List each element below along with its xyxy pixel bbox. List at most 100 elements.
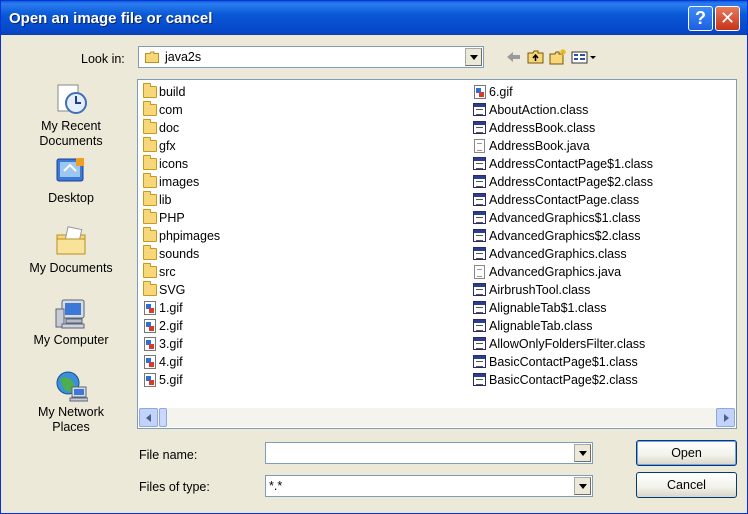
file-list-item[interactable]: images (141, 173, 220, 191)
file-list-item[interactable]: BasicContactPage$1.class (471, 353, 653, 371)
files-of-type-label: Files of type: (139, 480, 210, 494)
file-name: icons (159, 157, 189, 171)
file-name: 1.gif (159, 301, 183, 315)
files-of-type-value: *.* (269, 479, 283, 493)
folder-icon (143, 227, 157, 242)
class-file-icon (473, 247, 486, 260)
file-list-item[interactable]: lib (141, 191, 220, 209)
file-name: sounds (159, 247, 200, 261)
java-file-icon (474, 265, 485, 279)
scroll-left-icon[interactable] (139, 408, 158, 427)
file-list-item[interactable]: AddressBook.class (471, 119, 653, 137)
file-list-item[interactable]: gfx (141, 137, 220, 155)
scroll-right-icon[interactable] (716, 408, 735, 427)
file-list-item[interactable]: BasicContactPage$2.class (471, 371, 653, 389)
file-name: AdvancedGraphics.class (489, 247, 627, 261)
close-button[interactable]: ✕ (715, 6, 740, 31)
place-label-line1: My Documents (29, 261, 113, 275)
file-list-item[interactable]: AllowOnlyFoldersFilter.class (471, 335, 653, 353)
horizontal-scrollbar[interactable] (139, 408, 735, 427)
file-list-item[interactable]: PHP (141, 209, 220, 227)
open-button[interactable]: Open (636, 440, 737, 466)
file-list-item[interactable]: build (141, 83, 220, 101)
file-list-item[interactable]: phpimages (141, 227, 220, 245)
folder-icon (143, 191, 157, 206)
dialog-title: Open an image file or cancel (9, 10, 213, 27)
desktop-icon (54, 155, 88, 189)
file-name: 5.gif (159, 373, 183, 387)
file-name: AdvancedGraphics$2.class (489, 229, 641, 243)
place-my-recent-documents[interactable]: My Recent Documents (18, 83, 124, 149)
chevron-down-icon[interactable] (574, 444, 591, 462)
class-file-icon (473, 211, 486, 224)
file-list-item[interactable]: AddressContactPage$2.class (471, 173, 653, 191)
file-list-item[interactable]: AddressBook.java (471, 137, 653, 155)
file-list-item[interactable]: AdvancedGraphics$2.class (471, 227, 653, 245)
file-name: BasicContactPage$2.class (489, 373, 638, 387)
scroll-thumb[interactable] (159, 408, 167, 427)
file-name: lib (159, 193, 172, 207)
file-list-item[interactable]: icons (141, 155, 220, 173)
view-menu-icon[interactable] (571, 49, 599, 65)
my-documents-icon (54, 225, 88, 259)
file-list-item[interactable]: AdvancedGraphics$1.class (471, 209, 653, 227)
file-list-item[interactable]: 4.gif (141, 353, 220, 371)
file-name: AdvancedGraphics$1.class (489, 211, 641, 225)
file-list-item[interactable]: 6.gif (471, 83, 653, 101)
file-name: PHP (159, 211, 185, 225)
place-my-network-places[interactable]: My Network Places (18, 369, 124, 435)
place-desktop[interactable]: Desktop (18, 155, 124, 206)
file-name: 3.gif (159, 337, 183, 351)
file-list-item[interactable]: sounds (141, 245, 220, 263)
file-list-column-1: build com doc gfx icons images lib PHP phpimages… (141, 83, 220, 389)
file-list-item[interactable]: AdvancedGraphics.class (471, 245, 653, 263)
file-list-item[interactable]: AlignableTab$1.class (471, 299, 653, 317)
place-label-line1: My Computer (33, 333, 109, 347)
file-list-item[interactable]: AdvancedGraphics.java (471, 263, 653, 281)
file-list-item[interactable]: AirbrushTool.class (471, 281, 653, 299)
file-list-item[interactable]: com (141, 101, 220, 119)
files-of-type-combo[interactable]: *.* (265, 475, 593, 497)
file-name: AboutAction.class (489, 103, 589, 117)
file-name: 2.gif (159, 319, 183, 333)
place-label-line1: Desktop (48, 191, 94, 205)
file-list-item[interactable]: src (141, 263, 220, 281)
look-in-label: Look in: (81, 52, 125, 66)
file-list[interactable]: build com doc gfx icons images lib PHP phpimages… (137, 79, 737, 429)
file-list-item[interactable]: 1.gif (141, 299, 220, 317)
file-name-combo[interactable] (265, 442, 593, 464)
file-list-item[interactable]: AddressContactPage.class (471, 191, 653, 209)
chevron-down-icon[interactable] (574, 477, 591, 495)
file-list-item[interactable]: AddressContactPage$1.class (471, 155, 653, 173)
look-in-combo[interactable]: java2s (138, 46, 484, 68)
place-my-computer[interactable]: My Computer (18, 297, 124, 348)
java-file-icon (474, 139, 485, 153)
file-list-item[interactable]: doc (141, 119, 220, 137)
file-list-item[interactable]: AlignableTab.class (471, 317, 653, 335)
file-name: AllowOnlyFoldersFilter.class (489, 337, 646, 351)
up-folder-icon[interactable] (527, 49, 545, 65)
gif-file-icon (144, 337, 156, 351)
file-list-item[interactable]: 2.gif (141, 317, 220, 335)
place-my-documents[interactable]: My Documents (18, 225, 124, 276)
file-list-item[interactable]: SVG (141, 281, 220, 299)
place-label-line1: My Recent (41, 119, 101, 133)
cancel-button[interactable]: Cancel (636, 472, 737, 498)
file-list-item[interactable]: 3.gif (141, 335, 220, 353)
new-folder-icon[interactable] (549, 49, 567, 65)
title-bar[interactable]: Open an image file or cancel ? ✕ (1, 1, 747, 35)
chevron-down-icon[interactable] (465, 48, 482, 66)
folder-icon (143, 101, 157, 116)
file-name: AddressContactPage$1.class (489, 157, 653, 171)
folder-icon (143, 137, 157, 152)
file-name: AddressContactPage$2.class (489, 175, 653, 189)
file-name: phpimages (159, 229, 221, 243)
file-name: build (159, 85, 186, 99)
class-file-icon (473, 355, 486, 368)
class-file-icon (473, 229, 486, 242)
file-list-item[interactable]: 5.gif (141, 371, 220, 389)
help-button[interactable]: ? (688, 6, 713, 31)
my-computer-icon (54, 297, 88, 331)
back-arrow-icon[interactable] (505, 49, 523, 65)
file-list-item[interactable]: AboutAction.class (471, 101, 653, 119)
